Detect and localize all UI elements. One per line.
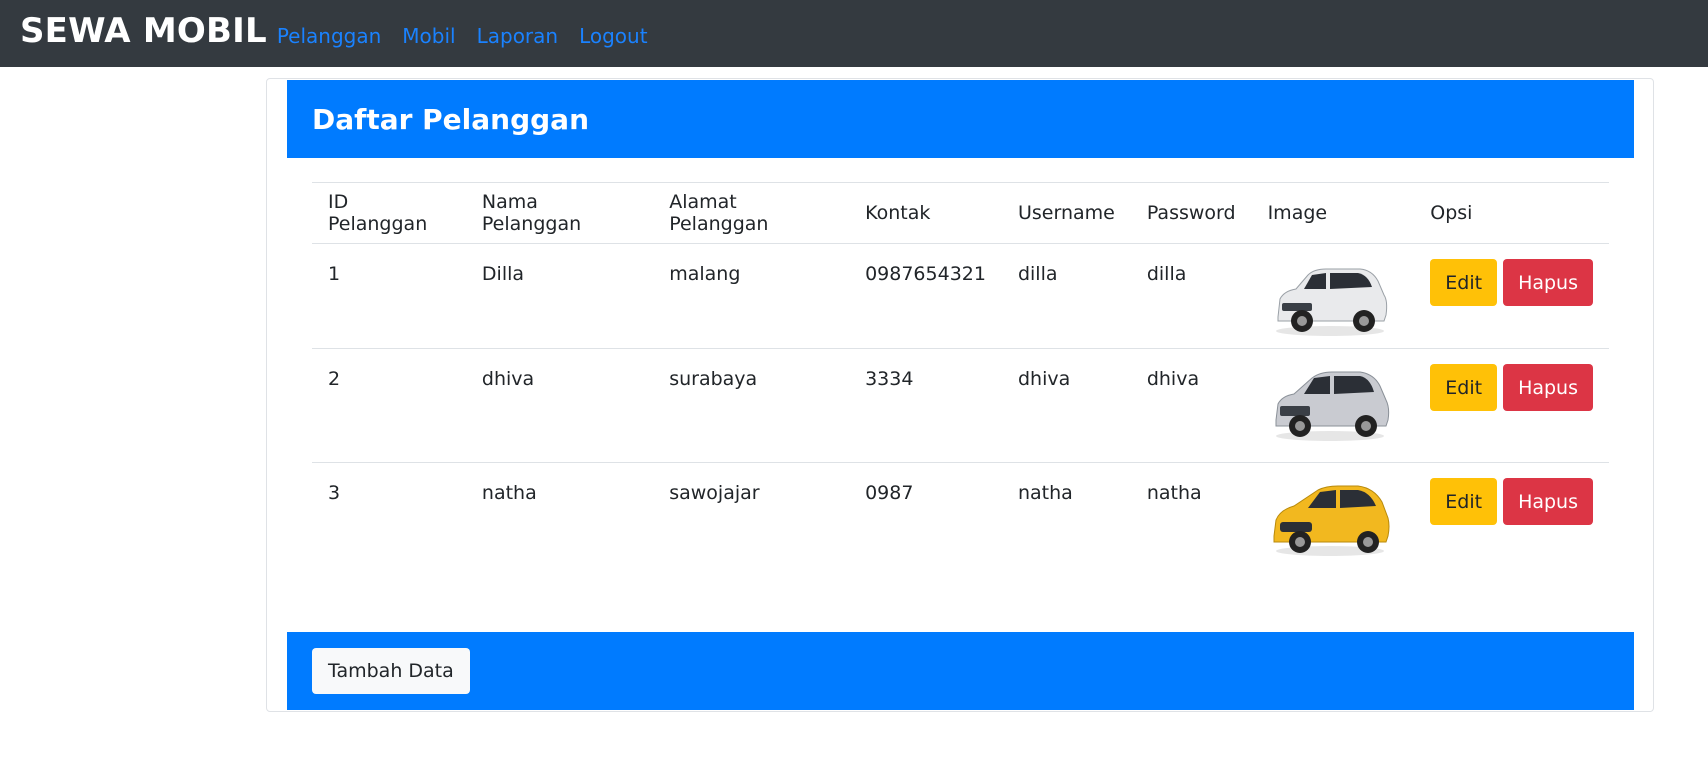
customer-card: Daftar Pelanggan ID Pelanggan Nama Pelan… [266, 78, 1654, 712]
cell-username: dilla [1001, 243, 1131, 349]
cell-nama: dhiva [465, 348, 654, 463]
cell-nama: natha [465, 462, 654, 577]
nav-link-mobil[interactable]: Mobil [402, 24, 455, 48]
column-header-alamat: Alamat Pelanggan [653, 182, 850, 244]
cell-password: dilla [1130, 243, 1252, 349]
nav-link-laporan[interactable]: Laporan [477, 24, 558, 48]
page-title: Daftar Pelanggan [312, 102, 590, 136]
customer-table: ID Pelanggan Nama Pelanggan Alamat Pelan… [312, 182, 1609, 577]
column-header-password: Password [1130, 182, 1252, 244]
cell-image [1251, 243, 1415, 349]
cell-username: dhiva [1001, 348, 1131, 463]
cell-kontak: 0987654321 [849, 243, 1002, 349]
table-row: 2 dhiva surabaya 3334 dhiva dhiva Edit H… [312, 348, 1609, 463]
cell-opsi: Edit Hapus [1414, 243, 1609, 349]
column-header-id: ID Pelanggan [312, 182, 466, 244]
cell-kontak: 0987 [849, 462, 1002, 577]
cell-password: dhiva [1130, 348, 1252, 463]
delete-button[interactable]: Hapus [1503, 478, 1593, 525]
car-image [1273, 485, 1390, 556]
column-header-opsi: Opsi [1414, 182, 1609, 244]
table-row: 3 natha sawojajar 0987 natha natha Edit … [312, 462, 1609, 577]
cell-opsi: Edit Hapus [1414, 462, 1609, 577]
edit-button[interactable]: Edit [1430, 259, 1498, 306]
edit-button[interactable]: Edit [1430, 478, 1498, 525]
nav-link-pelanggan[interactable]: Pelanggan [277, 24, 381, 48]
table-header-row: ID Pelanggan Nama Pelanggan Alamat Pelan… [312, 182, 1609, 244]
cell-alamat: surabaya [653, 348, 850, 463]
card-header: Daftar Pelanggan [287, 80, 1634, 158]
cell-image [1251, 462, 1415, 577]
cell-opsi: Edit Hapus [1414, 348, 1609, 463]
cell-alamat: malang [653, 243, 850, 349]
cell-alamat: sawojajar [653, 462, 850, 577]
cell-id: 2 [312, 348, 466, 463]
card-footer: Tambah Data [287, 632, 1634, 710]
column-header-username: Username [1001, 182, 1131, 244]
brand-logo[interactable]: SEWA MOBIL [20, 14, 267, 48]
cell-username: natha [1001, 462, 1131, 577]
column-header-image: Image [1251, 182, 1415, 244]
cell-nama: Dilla [465, 243, 654, 349]
cell-image [1251, 348, 1415, 463]
customer-table-wrapper: ID Pelanggan Nama Pelanggan Alamat Pelan… [312, 182, 1609, 577]
edit-button[interactable]: Edit [1430, 364, 1498, 411]
add-data-button[interactable]: Tambah Data [312, 648, 470, 694]
column-header-nama: Nama Pelanggan [465, 182, 654, 244]
cell-id: 1 [312, 243, 466, 349]
car-image [1275, 268, 1387, 336]
delete-button[interactable]: Hapus [1503, 364, 1593, 411]
navbar: SEWA MOBIL Pelanggan Mobil Laporan Logou… [0, 0, 1708, 67]
cell-password: natha [1130, 462, 1252, 577]
column-header-kontak: Kontak [849, 182, 1002, 244]
cell-id: 3 [312, 462, 466, 577]
car-image [1275, 371, 1389, 441]
cell-kontak: 3334 [849, 348, 1002, 463]
delete-button[interactable]: Hapus [1503, 259, 1593, 306]
nav-link-logout[interactable]: Logout [579, 24, 647, 48]
table-row: 1 Dilla malang 0987654321 dilla dilla Ed… [312, 243, 1609, 349]
